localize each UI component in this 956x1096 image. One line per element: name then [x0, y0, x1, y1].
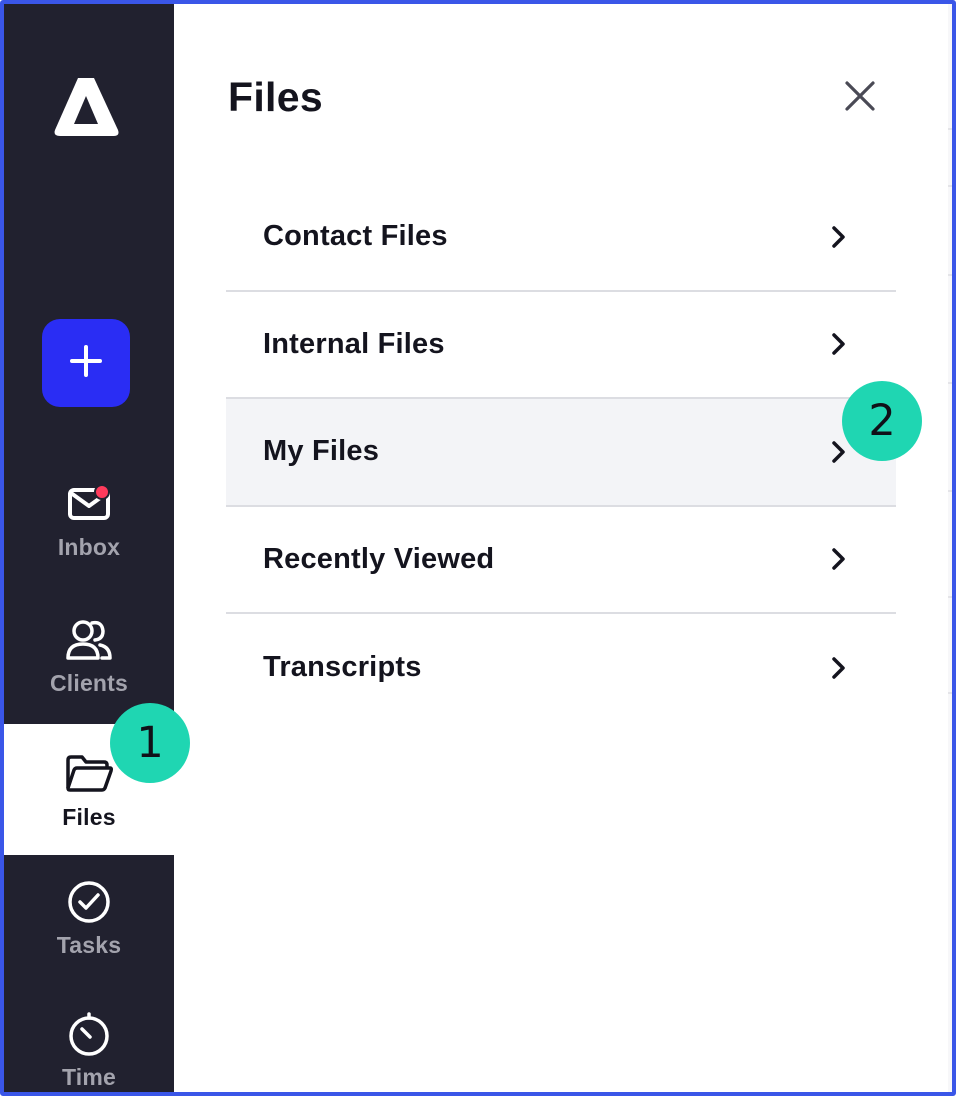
users-icon — [65, 618, 113, 667]
sidebar-item-label: Time — [61, 1064, 117, 1090]
menu-item-contact-files[interactable]: Contact Files — [226, 184, 896, 292]
panel-title: Files — [228, 74, 323, 120]
chevron-right-icon — [828, 224, 850, 250]
sidebar-item-tasks[interactable]: Tasks — [4, 880, 174, 980]
new-button[interactable] — [42, 319, 130, 407]
chevron-right-icon — [828, 655, 850, 681]
app-frame: Inbox Clients Files Tasks Time Files Con… — [0, 0, 956, 1096]
close-icon — [844, 80, 876, 117]
close-button[interactable] — [838, 76, 882, 120]
sidebar-item-label: Tasks — [56, 932, 122, 958]
chevron-right-icon — [828, 331, 850, 357]
step-badge-2: 2 — [842, 381, 922, 461]
menu-item-label: Transcripts — [263, 651, 422, 684]
sidebar-item-label: Files — [62, 804, 116, 830]
sidebar-item-time[interactable]: Time — [4, 1011, 174, 1092]
sidebar: Inbox Clients Files Tasks Time — [4, 4, 174, 1092]
check-circle-icon — [66, 879, 112, 930]
menu-item-transcripts[interactable]: Transcripts — [226, 614, 896, 722]
sidebar-item-label: Clients — [49, 670, 129, 696]
chevron-right-icon — [828, 546, 850, 572]
timer-icon — [66, 1011, 112, 1062]
app-logo — [52, 74, 120, 140]
sidebar-item-inbox[interactable]: Inbox — [4, 482, 174, 592]
menu-item-label: My Files — [263, 435, 380, 468]
folder-open-icon — [64, 754, 114, 799]
sidebar-item-label: Inbox — [57, 534, 121, 560]
background-content-edge — [948, 4, 952, 1092]
step-badge-1: 1 — [110, 703, 190, 783]
menu-item-label: Recently Viewed — [263, 542, 495, 575]
chevron-right-icon — [828, 439, 850, 465]
plus-icon — [68, 343, 104, 384]
menu-item-my-files[interactable]: My Files — [226, 399, 896, 507]
menu-item-internal-files[interactable]: Internal Files — [226, 292, 896, 399]
menu-item-recently-viewed[interactable]: Recently Viewed — [226, 507, 896, 614]
menu-item-label: Contact Files — [263, 220, 448, 253]
notification-dot — [94, 484, 110, 500]
files-menu: Contact Files Internal Files My Files Re… — [226, 184, 896, 722]
menu-item-label: Internal Files — [263, 327, 445, 360]
